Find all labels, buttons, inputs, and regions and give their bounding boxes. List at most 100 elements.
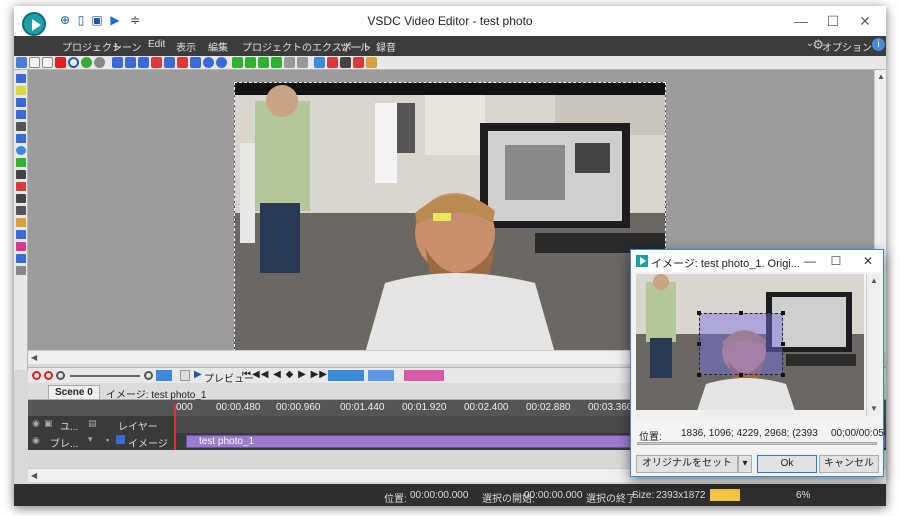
send-back-icon[interactable] — [271, 57, 282, 68]
ellipse-tool-icon[interactable] — [16, 146, 26, 155]
cursor-tool-icon[interactable] — [16, 57, 27, 68]
delete-icon[interactable] — [55, 57, 66, 68]
reset-original-button[interactable]: オリジナルをセット — [636, 455, 738, 473]
unlock-icon[interactable] — [297, 57, 308, 68]
cancel-button[interactable]: キャンセル — [819, 455, 879, 473]
zoom-fit-icon[interactable] — [56, 371, 65, 380]
distribute-icon[interactable] — [190, 57, 201, 68]
cut-icon[interactable] — [68, 57, 79, 68]
align-right-icon[interactable] — [138, 57, 149, 68]
subtitle-tool-icon[interactable] — [16, 182, 26, 191]
copy-icon[interactable] — [29, 57, 40, 68]
crop-handle[interactable] — [697, 311, 701, 315]
crop-handle[interactable] — [697, 373, 701, 377]
menu-edit[interactable]: Edit — [148, 39, 165, 50]
move-up-icon[interactable] — [232, 57, 243, 68]
track-toggle-icon[interactable]: ▪ — [106, 435, 109, 445]
align-center-icon[interactable] — [125, 57, 136, 68]
align-top-icon[interactable] — [151, 57, 162, 68]
polygon-tool-icon[interactable] — [16, 158, 26, 167]
dialog-time-slider[interactable] — [637, 442, 877, 445]
align-bottom-icon[interactable] — [177, 57, 188, 68]
menu-view[interactable]: 表示 — [176, 39, 196, 54]
crop-handle[interactable] — [781, 342, 785, 346]
crop-icon[interactable] — [314, 57, 325, 68]
dialog-maximize-button[interactable]: ☐ — [827, 253, 845, 269]
filter-tool-icon[interactable] — [16, 254, 26, 263]
reset-dropdown-button[interactable]: ▾ — [738, 455, 752, 473]
tab-scene-0[interactable]: Scene 0 — [48, 385, 100, 399]
ok-button[interactable]: Ok — [757, 455, 817, 473]
pointer-tool-icon[interactable] — [16, 74, 26, 83]
blend-mode-select[interactable]: ブレ... — [50, 435, 78, 450]
transport-controls[interactable]: ⏮◀◀ ◀ ◆ ▶ ▶▶⏭ — [242, 369, 338, 380]
align-left-icon[interactable] — [112, 57, 123, 68]
split-icon[interactable] — [180, 370, 190, 381]
zoom-out-icon[interactable] — [32, 371, 41, 380]
menu-tools[interactable]: ツール — [340, 39, 370, 54]
options-menu[interactable]: オプション — [822, 39, 872, 54]
lock-layer-icon[interactable]: ▣ — [44, 418, 53, 429]
counter-tool-icon[interactable] — [16, 194, 26, 203]
maximize-button[interactable]: ☐ — [818, 10, 848, 32]
transform-tool-icon[interactable] — [16, 266, 26, 275]
flip-icon[interactable] — [353, 57, 364, 68]
effects-tool-icon[interactable] — [16, 242, 26, 251]
dialog-close-button[interactable]: ✕ — [859, 253, 877, 269]
scene-photo[interactable] — [234, 82, 666, 352]
crop-handle[interactable] — [781, 373, 785, 377]
zoom-max-icon[interactable] — [144, 371, 153, 380]
selection-icon[interactable] — [404, 370, 444, 381]
animation-tool-icon[interactable] — [16, 218, 26, 227]
redo-icon[interactable] — [94, 57, 105, 68]
dropdown-arrow-icon[interactable]: ▾ — [88, 434, 93, 445]
dialog-horizontal-scrollbar[interactable] — [636, 410, 866, 420]
resize-icon[interactable] — [327, 57, 338, 68]
scroll-up-icon[interactable]: ▲ — [877, 72, 885, 81]
loop-icon[interactable] — [368, 370, 394, 381]
align-middle-icon[interactable] — [164, 57, 175, 68]
rotate-icon[interactable] — [340, 57, 351, 68]
menu-editing[interactable]: 編集 — [208, 39, 228, 54]
crop-selection-box[interactable] — [699, 313, 783, 375]
dialog-image-preview[interactable] — [636, 274, 864, 414]
move-down-icon[interactable] — [245, 57, 256, 68]
eye-icon[interactable]: ◉ — [32, 435, 40, 446]
snap-icon[interactable] — [156, 370, 172, 381]
group-icon[interactable] — [203, 57, 214, 68]
crop-handle[interactable] — [697, 342, 701, 346]
lock-icon[interactable] — [284, 57, 295, 68]
menu-record[interactable]: 録音 — [376, 39, 396, 54]
dialog-vertical-scrollbar[interactable]: ▲ ▼ — [866, 274, 880, 416]
close-button[interactable]: ✕ — [850, 10, 880, 32]
audio-tool-icon[interactable] — [16, 110, 26, 119]
paste-icon[interactable] — [42, 57, 53, 68]
pen-icon[interactable] — [366, 57, 377, 68]
sprite-tool-icon[interactable] — [16, 206, 26, 215]
markers-icon[interactable] — [328, 370, 364, 381]
crop-handle[interactable] — [739, 373, 743, 377]
zoom-in-icon[interactable] — [44, 371, 53, 380]
line-tool-icon[interactable] — [16, 122, 26, 131]
dialog-scroll-down-icon[interactable]: ▼ — [870, 404, 878, 413]
dialog-scroll-up-icon[interactable]: ▲ — [870, 276, 878, 285]
minimize-button[interactable]: — — [786, 10, 816, 32]
dialog-minimize-button[interactable]: — — [801, 253, 819, 269]
text-tool-icon[interactable] — [16, 170, 26, 179]
timeline-scroll-left-icon[interactable]: ◀ — [31, 471, 37, 480]
info-icon[interactable]: i — [872, 38, 885, 51]
bring-front-icon[interactable] — [258, 57, 269, 68]
chart-tool-icon[interactable] — [16, 230, 26, 239]
undo-icon[interactable] — [81, 57, 92, 68]
image-tool-icon[interactable] — [16, 98, 26, 107]
video-tool-icon[interactable] — [16, 86, 26, 95]
crop-handle[interactable] — [781, 311, 785, 315]
tab-image-test-photo[interactable]: イメージ: test photo_1 — [100, 385, 212, 401]
rectangle-tool-icon[interactable] — [16, 134, 26, 143]
visibility-icon[interactable]: ◉ — [32, 418, 40, 429]
crop-handle[interactable] — [739, 311, 743, 315]
menu-scene[interactable]: シーン — [112, 39, 142, 54]
scroll-left-icon[interactable]: ◀ — [31, 353, 37, 362]
zoom-slider[interactable] — [70, 375, 140, 377]
preview-play-icon[interactable]: ▶ — [194, 369, 202, 380]
